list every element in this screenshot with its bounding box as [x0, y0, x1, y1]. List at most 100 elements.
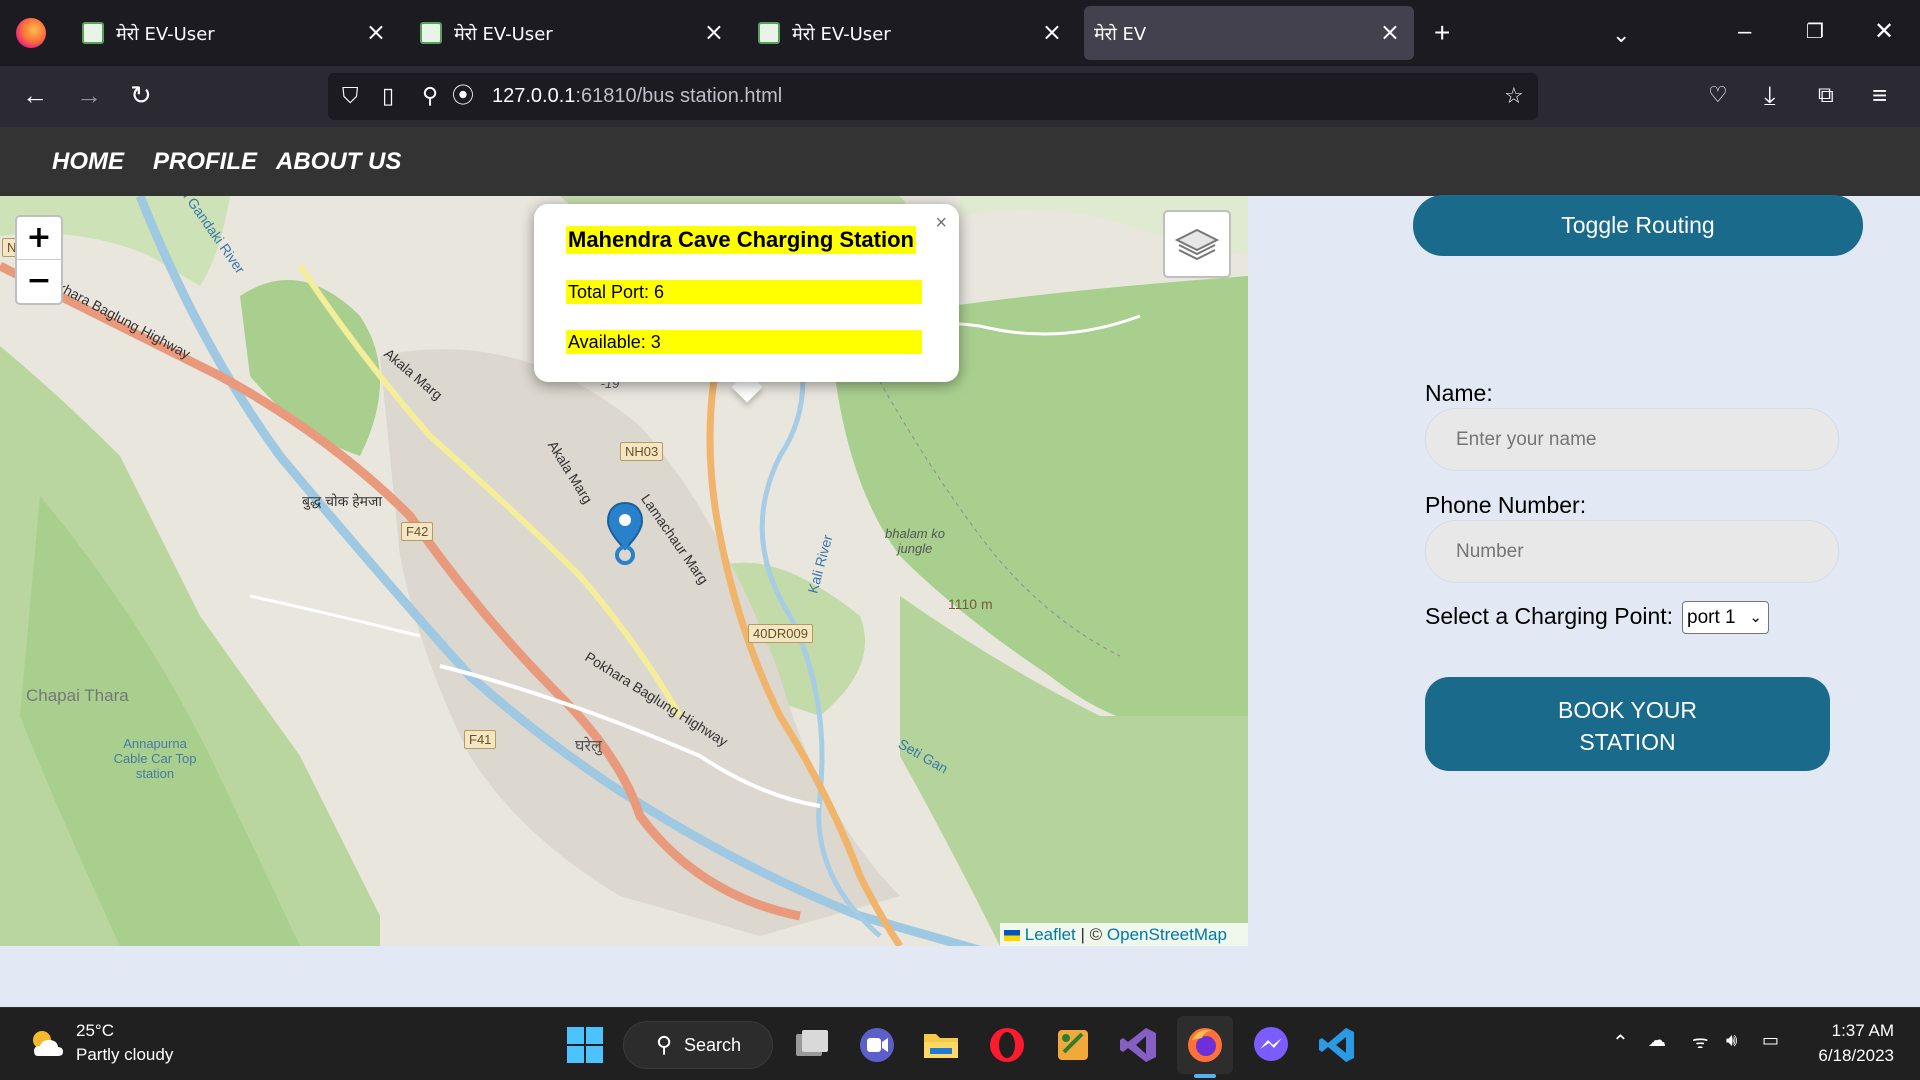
tab-title: मेरो EV — [1094, 24, 1147, 45]
chevron-down-icon: ⌄ — [1749, 609, 1762, 626]
layers-icon — [1174, 228, 1220, 261]
windows-taskbar: 25°C Partly cloudy ⚲ Search ⌃ ☁ ᯤ 🔊︎ ▭ 1… — [0, 1007, 1920, 1080]
browser-tab[interactable]: मेरो EV-User × — [70, 6, 400, 60]
taskbar-search[interactable]: ⚲ Search — [623, 1021, 773, 1069]
site-nav: HOME PROFILE ABOUT US — [0, 127, 1920, 196]
close-tab-icon[interactable]: × — [704, 18, 724, 46]
page-content: HOME PROFILE ABOUT US Seti Gandaki River… — [0, 127, 1920, 1007]
toggle-routing-button[interactable]: Toggle Routing — [1413, 195, 1863, 256]
browser-toolbar: ← → ↻ ⛉ ▯ ⚲ ⦿ 127.0.0.1:61810/bus statio… — [0, 66, 1920, 127]
clock-time[interactable]: 1:37 AM — [1826, 1021, 1894, 1041]
partly-cloudy-icon[interactable] — [28, 1026, 66, 1060]
nav-profile-link[interactable]: PROFILE — [153, 148, 257, 176]
map-label: Annapurna Cable Car Top station — [113, 736, 197, 781]
firefox-icon[interactable] — [16, 18, 46, 48]
forward-arrow-icon[interactable]: → — [76, 80, 102, 110]
site-favicon-icon — [758, 22, 780, 44]
vscode-icon[interactable] — [1316, 1024, 1358, 1066]
name-label: Name: — [1425, 380, 1493, 406]
nav-home-link[interactable]: HOME — [52, 148, 124, 176]
charging-point-label: Select a Charging Point: — [1425, 603, 1674, 629]
weather-description[interactable]: Partly cloudy — [76, 1045, 173, 1065]
search-icon: ⚲ — [656, 1032, 673, 1057]
layers-control[interactable] — [1163, 210, 1231, 278]
browser-tab[interactable]: मेरो EV-User × — [408, 6, 738, 60]
browser-tab-strip: मेरो EV-User × मेरो EV-User × मेरो EV-Us… — [0, 0, 1920, 66]
window-close-icon[interactable]: ✕ — [1874, 18, 1894, 46]
map-label: bhalam ko jungle — [885, 526, 945, 556]
file-explorer-icon[interactable] — [920, 1024, 962, 1066]
download-icon[interactable]: ⤓ — [1764, 80, 1776, 110]
paint-app-icon[interactable] — [1052, 1024, 1094, 1066]
clock-date[interactable]: 6/18/2023 — [1810, 1046, 1894, 1066]
close-tab-icon[interactable]: × — [1042, 18, 1062, 46]
extensions-icon[interactable]: ⧉ — [1818, 80, 1834, 110]
map-label: बुद्ध चोक हेमजा — [302, 493, 383, 509]
location-marker-icon[interactable] — [606, 501, 644, 565]
teams-chat-icon[interactable] — [856, 1024, 898, 1066]
browser-tab[interactable]: मेरो EV-User × — [746, 6, 1076, 60]
address-bar[interactable]: ⛉ ▯ ⚲ ⦿ 127.0.0.1:61810/bus station.html… — [328, 73, 1538, 120]
url-text[interactable]: 127.0.0.1:61810/bus station.html — [492, 85, 782, 108]
wifi-icon[interactable]: ᯤ — [1692, 1030, 1708, 1054]
new-tab-button[interactable]: + — [1434, 18, 1450, 48]
road-shield: NH03 — [620, 442, 664, 461]
weather-temperature[interactable]: 25°C — [76, 1021, 114, 1041]
book-label-line: STATION — [1579, 729, 1676, 755]
firefox-taskbar-icon[interactable] — [1184, 1024, 1226, 1066]
tab-title: मेरो EV-User — [792, 24, 891, 45]
minimize-icon[interactable]: – — [1738, 18, 1751, 46]
charging-point-value: port 1 — [1687, 607, 1736, 628]
active-app-indicator — [1194, 1074, 1216, 1078]
close-tab-icon[interactable]: × — [1380, 18, 1400, 46]
messenger-icon[interactable] — [1250, 1024, 1292, 1066]
zoom-out-button[interactable]: − — [17, 260, 61, 303]
volume-icon[interactable]: 🔊︎ — [1726, 1030, 1737, 1051]
permissions-icon[interactable]: ⚲ — [422, 83, 438, 109]
openstreetmap-link[interactable]: OpenStreetMap — [1107, 925, 1227, 944]
onedrive-icon[interactable]: ☁ — [1648, 1030, 1666, 1051]
shield-icon[interactable]: ⛉ — [342, 83, 359, 109]
nav-about-link[interactable]: ABOUT US — [276, 148, 401, 176]
tab-title: मेरो EV-User — [116, 24, 215, 45]
opera-icon[interactable] — [986, 1024, 1028, 1066]
attribution-separator: | © — [1080, 925, 1103, 944]
back-arrow-icon[interactable]: ← — [22, 80, 48, 110]
station-popup: × Mahendra Cave Charging Station Total P… — [534, 204, 959, 382]
list-all-tabs-chevron-down-icon[interactable]: ⌄ — [1612, 20, 1630, 50]
location-icon[interactable]: ⦿ — [452, 83, 474, 109]
close-tab-icon[interactable]: × — [366, 18, 386, 46]
tab-title: मेरो EV-User — [454, 24, 553, 45]
map-attribution: Leaflet | © OpenStreetMap — [1000, 923, 1248, 946]
station-name: Mahendra Cave Charging Station — [566, 226, 916, 254]
battery-icon[interactable]: ▭ — [1762, 1030, 1779, 1051]
search-label: Search — [684, 1035, 742, 1055]
task-view-icon[interactable] — [790, 1024, 832, 1066]
visual-studio-icon[interactable] — [1118, 1024, 1160, 1066]
map-label: 1110 m — [948, 596, 993, 612]
ukraine-flag-icon — [1004, 930, 1020, 941]
book-label-line: BOOK YOUR — [1558, 697, 1697, 723]
name-input[interactable] — [1425, 408, 1839, 471]
popup-close-icon[interactable]: × — [935, 212, 947, 234]
menu-hamburger-icon[interactable]: ≡ — [1872, 80, 1887, 110]
show-hidden-icons-chevron-up-icon[interactable]: ⌃ — [1612, 1030, 1629, 1055]
phone-input[interactable] — [1425, 520, 1839, 583]
restore-icon[interactable]: ❐ — [1806, 18, 1824, 46]
road-shield: 40DR009 — [748, 624, 813, 643]
reload-icon[interactable]: ↻ — [130, 80, 152, 110]
charging-point-select[interactable]: port 1 ⌄ — [1682, 601, 1769, 634]
windows-start-icon[interactable] — [564, 1024, 606, 1066]
leaflet-map[interactable]: Seti Gandaki River Pokhara Baglung Highw… — [0, 196, 1248, 946]
zoom-in-button[interactable]: + — [17, 217, 61, 260]
map-label: घरेलु — [575, 738, 602, 755]
page-icon[interactable]: ▯ — [382, 83, 394, 109]
book-station-button[interactable]: BOOK YOUR STATION — [1425, 677, 1830, 771]
map-label: Chapai Thara — [26, 686, 129, 705]
zoom-control: + − — [15, 215, 63, 305]
bookmark-star-icon[interactable]: ☆ — [1504, 83, 1524, 109]
browser-tab-active[interactable]: मेरो EV × — [1084, 6, 1414, 60]
site-favicon-icon — [82, 22, 104, 44]
leaflet-link[interactable]: Leaflet — [1025, 925, 1076, 944]
pocket-icon[interactable]: ♡ — [1708, 80, 1728, 110]
